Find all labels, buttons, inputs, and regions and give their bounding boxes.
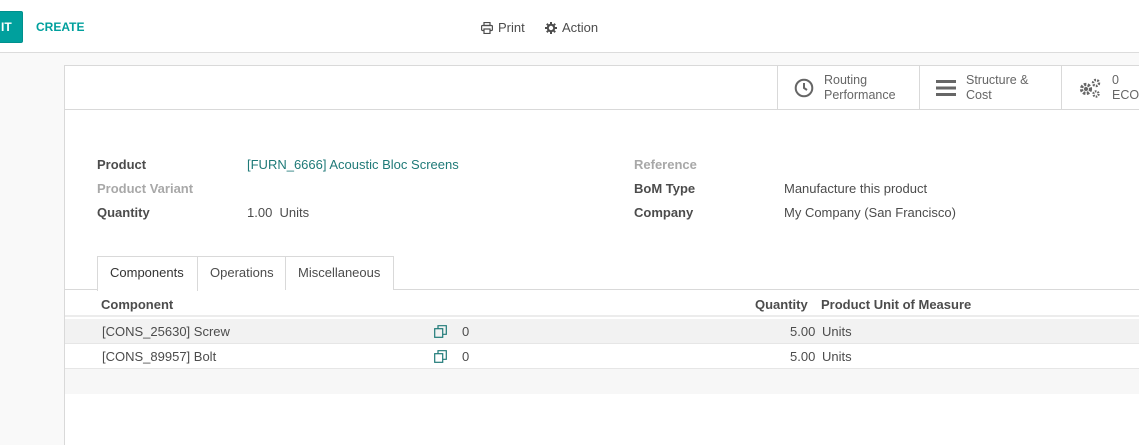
bars-icon <box>936 79 956 97</box>
structure-cost-button[interactable]: Structure & Cost <box>919 66 1061 109</box>
print-label: Print <box>498 20 525 35</box>
company-label: Company <box>634 205 694 220</box>
components-table-header: Component Quantity Product Unit of Measu… <box>65 291 1139 317</box>
quantity-cell: 5.00 <box>790 349 816 364</box>
quantity-value: 1.00 Units <box>247 205 310 220</box>
routing-label-1: Routing <box>824 72 868 87</box>
eco-label: ECO(s <box>1112 87 1139 102</box>
reference-label: Reference <box>634 157 697 172</box>
cogs-icon <box>1078 78 1102 98</box>
copies-count: 0 <box>462 349 470 364</box>
print-button[interactable]: Print <box>481 20 525 35</box>
routing-label-2: Performance <box>824 87 896 102</box>
eco-count: 0 <box>1112 72 1119 87</box>
uom-cell: Units <box>822 324 852 339</box>
structure-label-2: Cost <box>966 87 992 102</box>
component-name: [CONS_89957] Bolt <box>102 349 217 364</box>
bom-type-value: Manufacture this product <box>784 181 928 196</box>
routing-performance-button[interactable]: Routing Performance <box>777 66 919 109</box>
structure-label-1: Structure & <box>966 72 1029 87</box>
tab-operations[interactable]: Operations <box>197 256 286 290</box>
copy-icon[interactable] <box>434 325 447 341</box>
print-icon <box>481 21 493 34</box>
quantity-cell: 5.00 <box>790 324 816 339</box>
control-panel: IT CREATE Print Action <box>0 0 1139 53</box>
product-variant-label: Product Variant <box>97 181 194 196</box>
action-label: Action <box>562 20 599 35</box>
eco-button[interactable]: 0ECO(s <box>1061 66 1139 109</box>
component-column-header[interactable]: Component <box>101 297 173 312</box>
product-link[interactable]: [FURN_6666] Acoustic Bloc Screens <box>247 157 459 172</box>
action-button[interactable]: Action <box>545 20 598 35</box>
clock-icon <box>794 78 814 98</box>
copies-count: 0 <box>462 324 470 339</box>
bom-type-label: BoM Type <box>634 181 696 196</box>
product-label: Product <box>97 157 147 172</box>
form-sheet: RoutingPerformance Structure &Cost 0ECO(… <box>64 65 1139 445</box>
quantity-column-header[interactable]: Quantity <box>755 297 808 312</box>
gear-icon <box>545 21 557 34</box>
create-button[interactable]: CREATE <box>36 20 84 34</box>
component-name: [CONS_25630] Screw <box>102 324 230 339</box>
company-value: My Company (San Francisco) <box>784 205 956 220</box>
smart-button-box: RoutingPerformance Structure &Cost 0ECO(… <box>65 66 1139 110</box>
uom-cell: Units <box>822 349 852 364</box>
uom-column-header[interactable]: Product Unit of Measure <box>821 297 971 312</box>
table-row[interactable]: [CONS_25630] Screw 0 5.00 Units <box>65 319 1139 344</box>
copy-icon[interactable] <box>434 350 447 366</box>
tab-miscellaneous[interactable]: Miscellaneous <box>285 256 394 290</box>
notebook-tabs: Components Operations Miscellaneous <box>65 256 1139 291</box>
tab-components[interactable]: Components <box>97 256 198 291</box>
edit-button[interactable]: IT <box>0 11 23 43</box>
table-row[interactable]: [CONS_89957] Bolt 0 5.00 Units <box>65 344 1139 369</box>
quantity-label: Quantity <box>97 205 150 220</box>
table-filler-row <box>65 369 1139 394</box>
